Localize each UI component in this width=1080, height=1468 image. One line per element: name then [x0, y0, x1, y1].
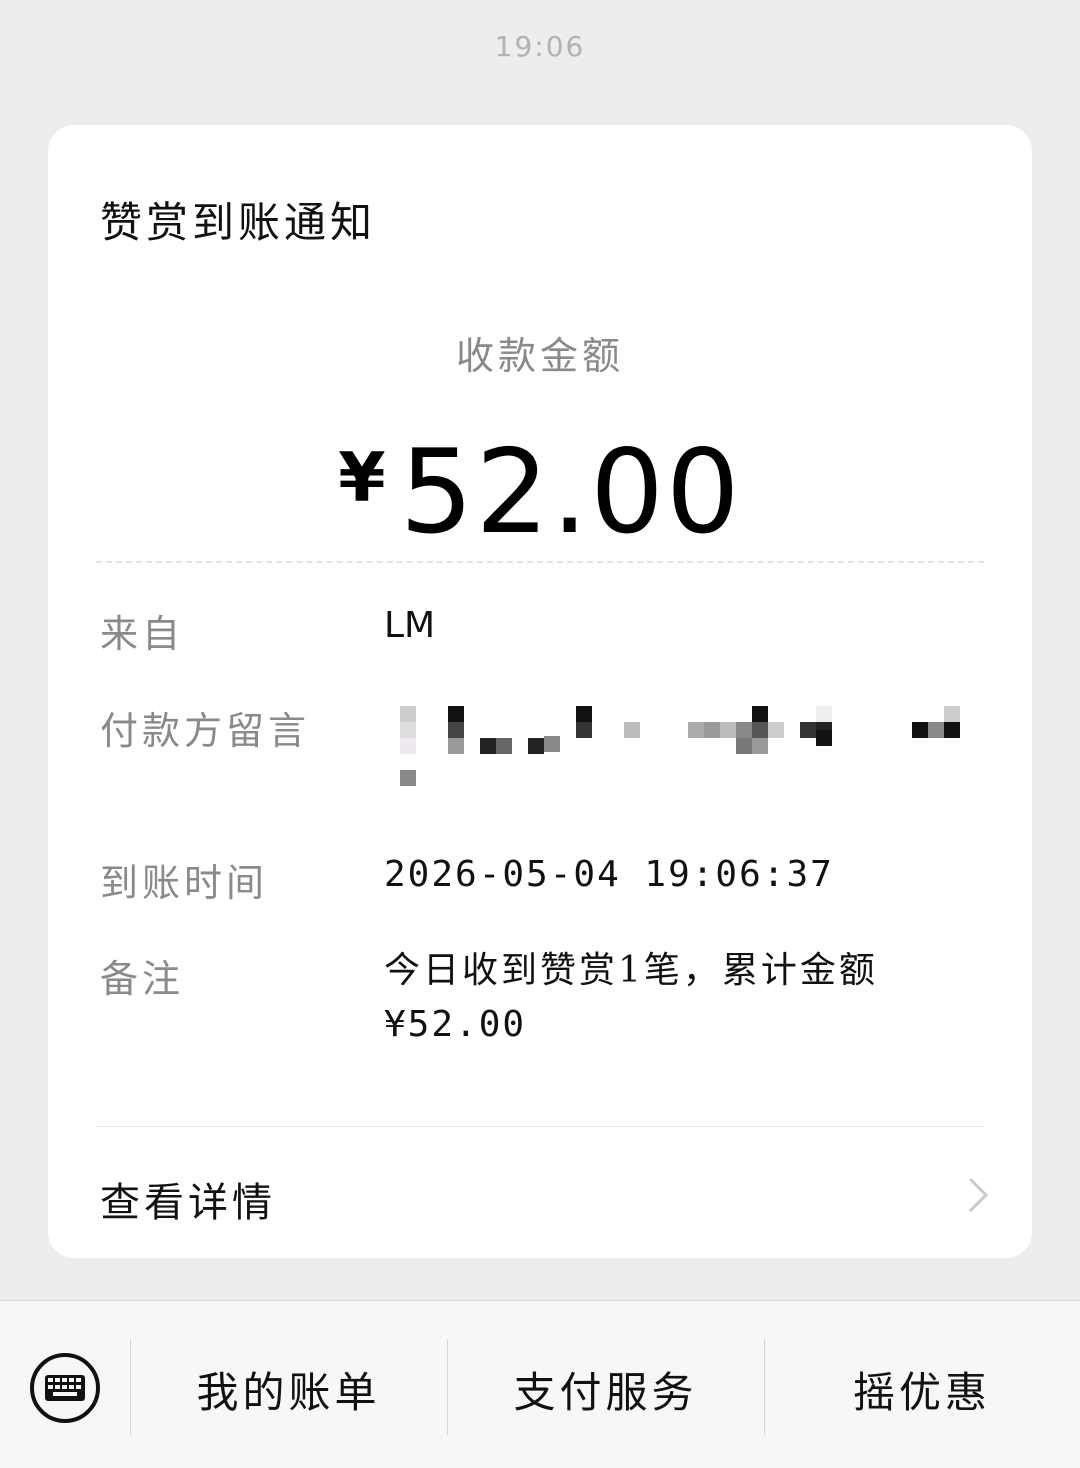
remark-line-2: ¥52.00 [384, 1004, 527, 1045]
pixel-block [576, 722, 592, 738]
keyboard-icon[interactable] [28, 1351, 102, 1425]
pixel-block [752, 706, 768, 722]
amount-display: ¥52.00 [48, 425, 1032, 560]
card-title: 赞赏到账通知 [100, 198, 377, 247]
arrival-time-value: 2026-05-04 19:06:37 [384, 854, 834, 895]
remark-line-1: 今日收到赞赏1笔，累计金额 [384, 950, 878, 991]
amount-value: 52.00 [399, 425, 742, 560]
pixel-block [912, 722, 928, 738]
payment-notification-card[interactable]: 赞赏到账通知 收款金额 ¥52.00 来自 LM 付款方留言 到账时间 2026… [48, 125, 1032, 1258]
bottom-menu-bar: 我的账单 支付服务 摇优惠 [0, 1300, 1080, 1468]
pixel-block [448, 722, 464, 738]
pixel-block [400, 738, 416, 754]
menu-shake-deals[interactable]: 摇优惠 [764, 1359, 1080, 1420]
pixel-block [928, 722, 944, 738]
pixel-block [496, 738, 512, 754]
pixelated-message-image [400, 700, 990, 800]
menu-payment-services[interactable]: 支付服务 [447, 1359, 764, 1420]
pixel-block [752, 722, 768, 738]
pixel-block [816, 706, 832, 722]
divider [96, 1126, 984, 1127]
sender-name: LM [384, 605, 436, 646]
pixel-block [400, 722, 416, 738]
view-details-link[interactable]: 查看详情 [100, 1170, 276, 1228]
pixel-block [528, 738, 544, 754]
chevron-right-icon[interactable] [962, 1175, 992, 1215]
pixel-block [624, 722, 640, 738]
pixel-block [736, 722, 752, 738]
menu-my-bills[interactable]: 我的账单 [130, 1359, 447, 1420]
pixel-block [768, 722, 784, 738]
payer-message-pixelated [400, 700, 990, 800]
row-label: 付款方留言 [100, 709, 311, 753]
chat-timestamp: 19:06 [494, 30, 586, 63]
pixel-block [448, 738, 464, 754]
pixel-block [800, 722, 816, 738]
row-label: 到账时间 [100, 861, 269, 905]
pixel-block [544, 736, 560, 752]
pixel-block [752, 738, 768, 754]
dashed-divider [96, 561, 984, 563]
pixel-block [400, 770, 416, 786]
pixel-block [400, 706, 416, 722]
amount-label: 收款金额 [455, 334, 624, 378]
row-label: 来自 [100, 612, 185, 656]
currency-symbol: ¥ [338, 439, 386, 518]
pixel-block [944, 706, 960, 722]
pixel-block [576, 706, 592, 722]
remark-value: 今日收到赞赏1笔，累计金额 ¥52.00 [384, 944, 974, 1052]
pixel-block [816, 730, 832, 746]
pixel-block [720, 722, 736, 738]
pixel-block [704, 722, 720, 738]
pixel-block [688, 722, 704, 738]
pixel-block [736, 738, 752, 754]
row-label: 备注 [100, 957, 185, 1001]
pixel-block [480, 738, 496, 754]
pixel-block [944, 722, 960, 738]
pixel-block [448, 706, 464, 722]
